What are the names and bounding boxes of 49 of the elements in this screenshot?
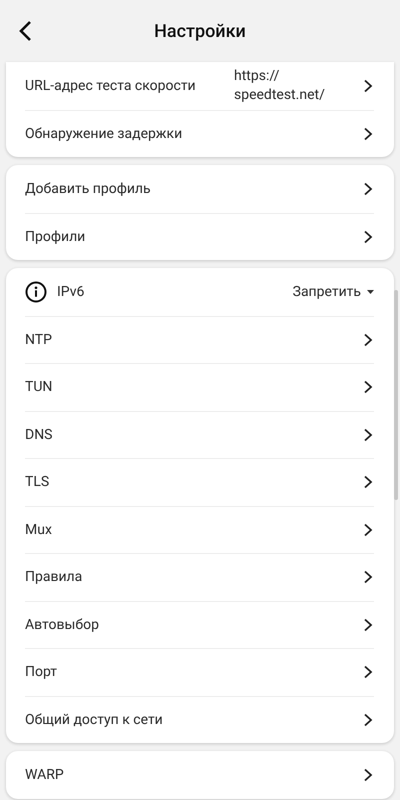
caret-icon xyxy=(367,290,374,294)
settings-item[interactable]: Обнаружение задержки xyxy=(25,110,374,157)
item-label: WARP xyxy=(25,766,65,783)
chevron-right-icon xyxy=(362,522,374,537)
settings-item[interactable]: URL-адрес теста скорости https:// speedtest.net/ xyxy=(25,62,374,110)
settings-item[interactable]: TUN xyxy=(25,363,374,410)
dropdown[interactable]: Запретить xyxy=(292,284,374,300)
settings-item[interactable]: Общий доступ к сети xyxy=(25,696,374,743)
item-label: Mux xyxy=(25,522,53,538)
chevron-right-icon xyxy=(362,182,374,196)
item-label: URL-адрес теста скорости xyxy=(25,78,197,94)
item-label: DNS xyxy=(25,426,54,443)
item-label: Порт xyxy=(25,664,58,680)
settings-item[interactable]: Добавить профиль xyxy=(25,165,374,212)
settings-item[interactable]: Правила xyxy=(25,553,374,600)
settings-item[interactable]: Порт xyxy=(25,648,374,696)
settings-item[interactable]: Mux xyxy=(25,506,374,553)
chevron-right-icon xyxy=(362,768,374,782)
item-label: Автовыбор xyxy=(25,616,100,633)
item-label: IPv6 xyxy=(57,284,86,300)
item-label: TUN xyxy=(25,379,54,396)
item-label: Обнаружение задержки xyxy=(25,126,184,142)
item-label: Профили xyxy=(25,228,86,245)
info-icon[interactable] xyxy=(25,280,47,303)
chevron-right-icon xyxy=(362,230,374,244)
chevron-right-icon xyxy=(362,712,374,727)
scrollbar[interactable] xyxy=(394,290,398,500)
item-label: Добавить профиль xyxy=(25,180,152,197)
settings-item[interactable]: TLS xyxy=(25,458,374,506)
settings-item[interactable]: DNS xyxy=(25,410,374,458)
chevron-right-icon xyxy=(362,570,374,584)
settings-item[interactable]: WARP xyxy=(25,751,374,798)
chevron-right-icon xyxy=(362,475,374,490)
item-label: NTP xyxy=(25,332,53,348)
settings-item[interactable]: Автовыбор xyxy=(25,600,374,648)
item-value: https:// speedtest.net/ xyxy=(234,66,326,105)
item-label: Правила xyxy=(25,569,84,586)
item-label: Общий доступ к сети xyxy=(25,712,164,728)
chevron-right-icon xyxy=(362,126,374,141)
chevron-right-icon xyxy=(362,618,374,632)
settings-item[interactable]: NTP xyxy=(25,316,374,363)
settings-item[interactable]: Профили xyxy=(25,212,374,260)
chevron-right-icon xyxy=(362,428,374,442)
page-title: Настройки xyxy=(154,20,246,42)
item-label: TLS xyxy=(25,474,50,490)
chevron-right-icon xyxy=(362,665,374,680)
chevron-right-icon xyxy=(362,78,374,93)
chevron-right-icon xyxy=(362,380,374,394)
chevron-right-icon xyxy=(362,332,374,347)
